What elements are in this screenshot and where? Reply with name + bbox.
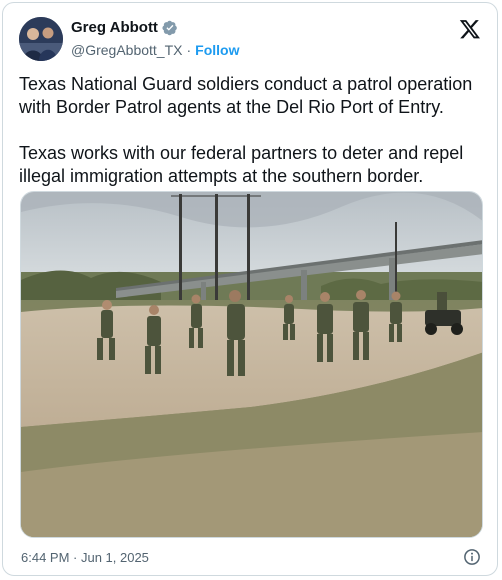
avatar[interactable] (19, 17, 63, 61)
tweet-paragraph-1: Texas National Guard soldiers conduct a … (19, 74, 473, 117)
x-logo-icon[interactable] (459, 18, 481, 40)
verified-badge-icon (162, 20, 177, 35)
tweet-text: Texas National Guard soldiers conduct a … (19, 73, 485, 188)
author-name[interactable]: Greg Abbott (71, 19, 158, 36)
follow-button[interactable]: Follow (195, 42, 239, 58)
author-handle[interactable]: @GregAbbott_TX (71, 42, 183, 58)
tweet-timestamp[interactable]: 6:44 PM · Jun 1, 2025 (21, 550, 149, 565)
tweet-photo[interactable] (20, 191, 483, 538)
tweet-card[interactable]: Greg Abbott @GregAbbott_TX · Follow Texa… (2, 2, 498, 576)
tweet-paragraph-2: Texas works with our federal partners to… (19, 143, 464, 186)
separator-dot: · (186, 42, 192, 58)
info-icon[interactable] (463, 548, 481, 566)
